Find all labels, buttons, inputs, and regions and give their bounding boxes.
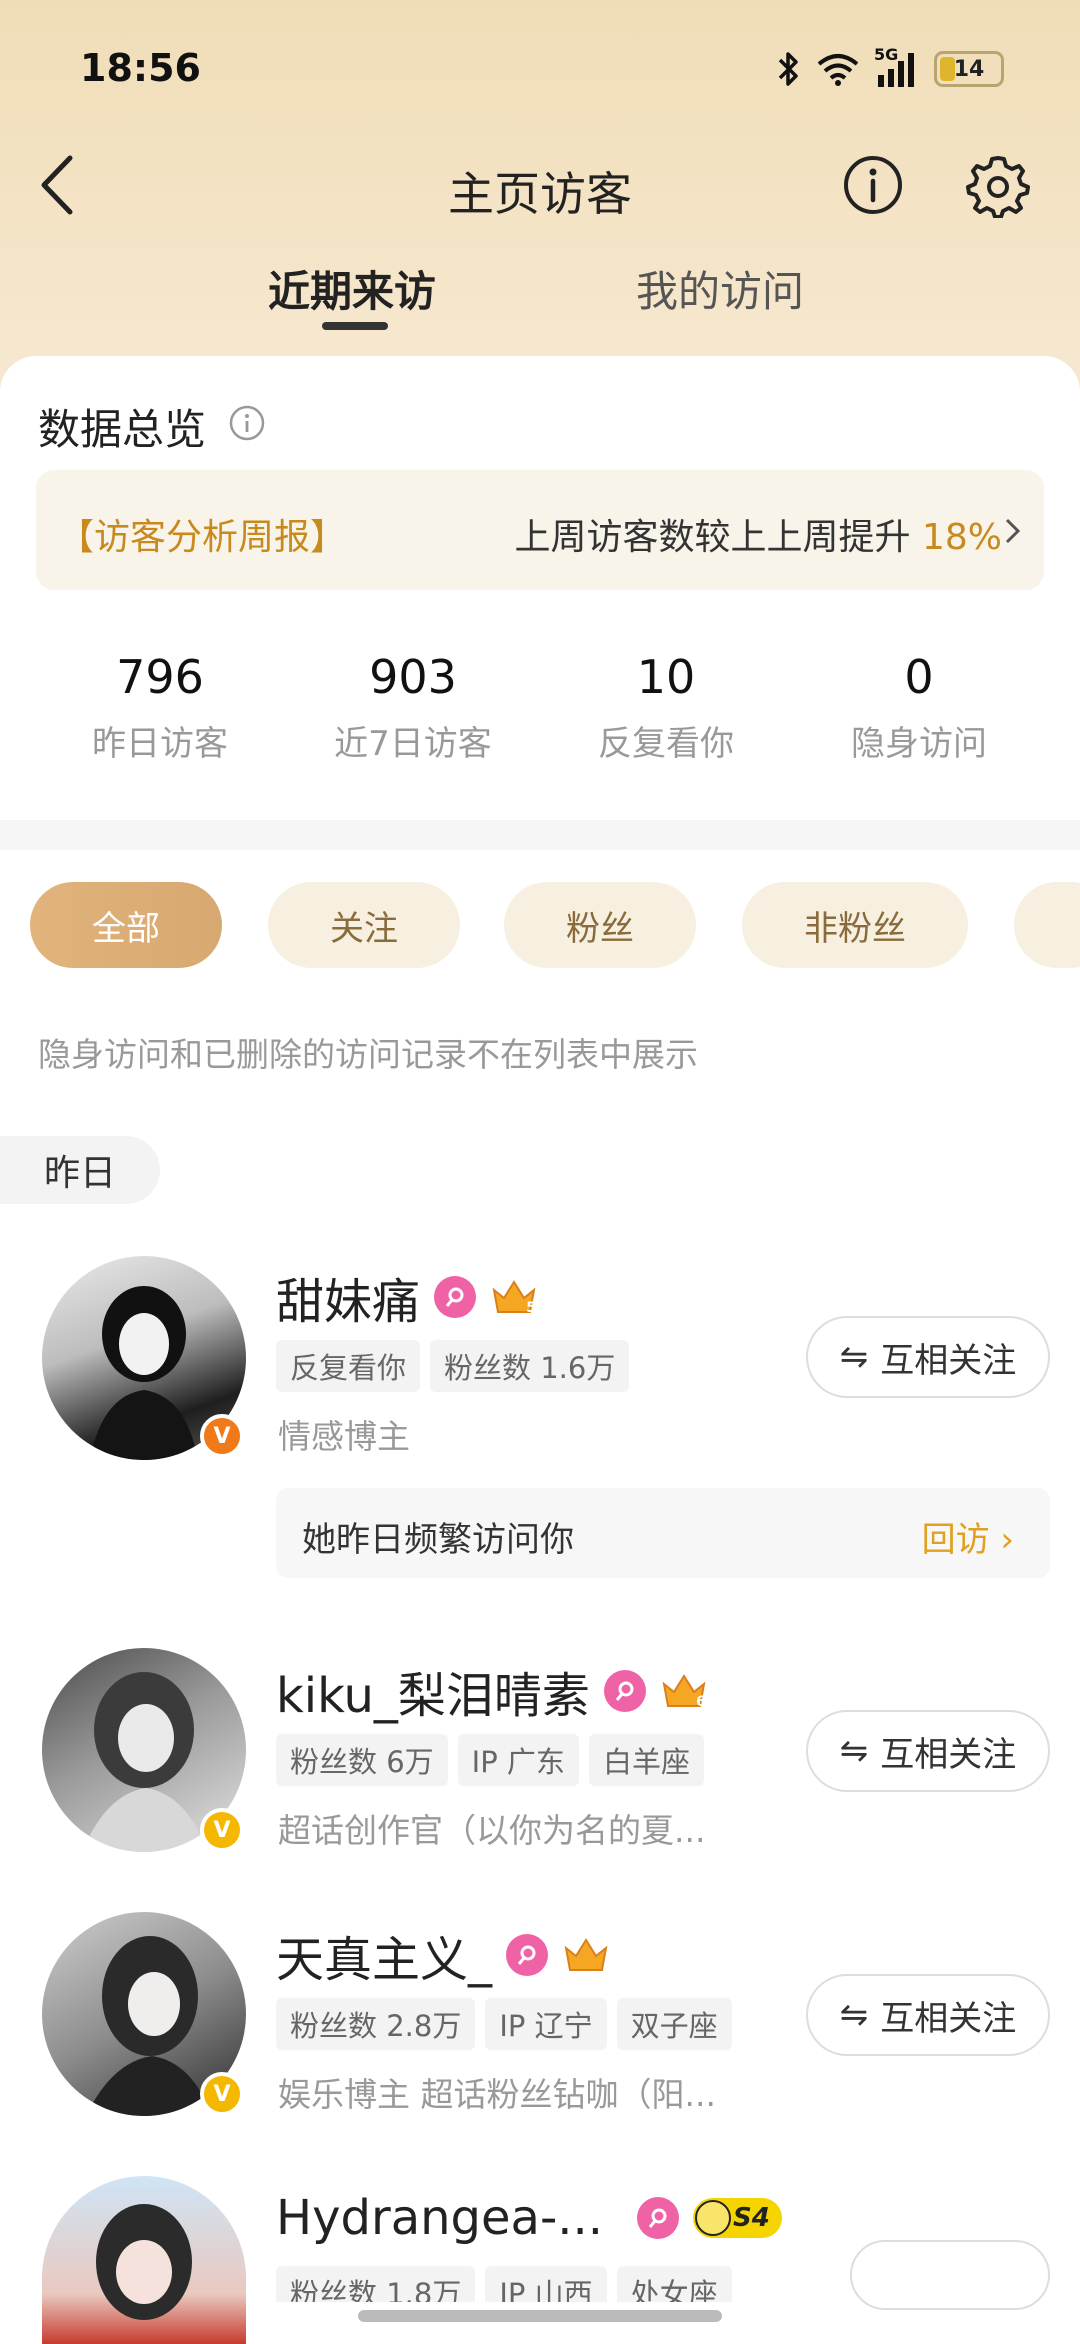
visitor-bio: 超话创作官（以你为名的夏...: [278, 1811, 706, 1850]
member-level-badge: S4: [693, 2198, 782, 2238]
stat-label: 隐身访问: [851, 724, 987, 764]
stat-label: 反复看你: [598, 724, 734, 764]
female-gender-icon: [603, 1670, 646, 1712]
mutual-follow-button[interactable]: ⇋ 互相关注: [806, 1316, 1050, 1398]
mutual-follow-arrows-icon: ⇋: [839, 1995, 869, 2035]
section-divider: [0, 820, 1080, 850]
stat-hidden-visits[interactable]: 0 隐身访问: [794, 650, 1044, 765]
bluetooth-icon: [778, 52, 798, 86]
visitor-name-row: Hydrangea-... S4: [276, 2190, 782, 2246]
stat-7day-visitors[interactable]: 903 近7日访客: [288, 650, 538, 765]
stat-value: 0: [904, 650, 934, 704]
visitor-tag: 粉丝数 2.8万: [276, 1998, 476, 2050]
visitor-bio: 情感博主: [278, 1417, 410, 1456]
visitor-name[interactable]: 甜妹痛: [276, 1262, 420, 1332]
verified-badge-icon: V: [200, 2072, 244, 2116]
filter-chip-non-fans[interactable]: 非粉丝: [742, 882, 968, 968]
weekly-report-text: 上周访客数较上上周提升 18%: [514, 517, 1002, 558]
mutual-follow-arrows-icon: ⇋: [839, 1731, 869, 1771]
home-indicator[interactable]: [358, 2310, 722, 2322]
cellular-signal-icon: 5G: [874, 45, 920, 87]
revisit-link[interactable]: 回访 ›: [922, 1512, 1014, 1561]
visitor-tag: IP 广东: [457, 1734, 579, 1786]
visitor-tags: 粉丝数 1.8万 IP 山西 处女座: [276, 2266, 732, 2302]
visitor-tags: 粉丝数 6万 IP 广东 白羊座: [276, 1734, 704, 1786]
filter-chip-all[interactable]: 全部: [30, 882, 222, 968]
stat-label: 近7日访客: [334, 724, 492, 764]
hidden-records-hint: 隐身访问和已删除的访问记录不在列表中展示: [38, 1035, 698, 1074]
section-label-yesterday: 昨日: [0, 1136, 160, 1204]
stat-yesterday-visitors[interactable]: 796 昨日访客: [35, 650, 285, 765]
status-icons: 5G 14: [776, 45, 1004, 88]
page-title: 主页访客: [448, 167, 632, 221]
settings-gear-icon[interactable]: [966, 154, 1030, 218]
visitor-tag: IP 辽宁: [485, 1998, 607, 2050]
visitor-bio: 娱乐博主 超话粉丝钻咖（阳...: [278, 2075, 716, 2114]
mutual-follow-arrows-icon: ⇋: [839, 1337, 869, 1377]
filter-chip-fans[interactable]: 粉丝: [504, 882, 696, 968]
female-gender-icon: [637, 2197, 680, 2239]
filter-chip-following[interactable]: 关注: [268, 882, 460, 968]
mutual-follow-button[interactable]: ⇋ 互相关注: [806, 1710, 1050, 1792]
visitor-tag: 处女座: [616, 2266, 732, 2302]
visitor-name-row: 天真主义_: [276, 1920, 610, 1990]
female-gender-icon: [434, 1276, 477, 1318]
battery-level: 14: [953, 56, 985, 82]
chevron-right-icon: [1005, 518, 1021, 544]
visitor-tag: 双子座: [616, 1998, 732, 2050]
tab-my-visits[interactable]: 我的访问: [636, 258, 804, 319]
visitor-tag: IP 山西: [485, 2266, 607, 2302]
stat-repeat-viewers[interactable]: 10 反复看你: [541, 650, 791, 765]
verified-badge-icon: V: [200, 1414, 244, 1458]
overview-title: 数据总览: [38, 405, 207, 454]
visitor-tags: 反复看你 粉丝数 1.6万: [276, 1340, 630, 1392]
info-icon[interactable]: [842, 154, 904, 216]
status-time: 18:56: [80, 46, 201, 90]
visitor-name-row: kiku_梨泪晴素 6: [276, 1656, 708, 1726]
female-gender-icon: [506, 1934, 549, 1976]
visitor-tag: 反复看你: [276, 1340, 421, 1392]
weekly-report-percent: 18%: [921, 517, 1002, 558]
crown-level-icon: 5: [490, 1276, 538, 1318]
visitor-tag: 粉丝数 1.8万: [276, 2266, 476, 2302]
crown-level-icon: 6: [660, 1670, 708, 1712]
visitor-name[interactable]: 天真主义_: [276, 1920, 492, 1990]
verified-badge-icon: V: [200, 1808, 244, 1852]
visitor-name[interactable]: kiku_梨泪晴素: [276, 1656, 590, 1726]
overview-info-icon[interactable]: [228, 404, 266, 442]
battery-icon: 14: [934, 51, 1004, 87]
visitor-tag: 粉丝数 6万: [276, 1734, 448, 1786]
visitor-name-row: 甜妹痛 5: [276, 1262, 538, 1332]
frequent-visit-text: 她昨日频繁访问你: [302, 1520, 574, 1560]
stat-label: 昨日访客: [92, 724, 228, 764]
stat-value: 796: [116, 650, 204, 704]
mutual-follow-button[interactable]: ⇋ 互相关注: [806, 1974, 1050, 2056]
visitor-tags: 粉丝数 2.8万 IP 辽宁 双子座: [276, 1998, 732, 2050]
tab-recent-visits[interactable]: 近期来访: [268, 258, 436, 319]
stat-value: 903: [369, 650, 457, 704]
weekly-report-tag: 【访客分析周报】: [58, 517, 347, 558]
visitor-tag: 白羊座: [588, 1734, 704, 1786]
wifi-icon: [817, 54, 859, 86]
tab-active-indicator: [322, 322, 388, 330]
visitor-tag: 粉丝数 1.6万: [430, 1340, 630, 1392]
visitor-name[interactable]: Hydrangea-...: [276, 2190, 603, 2246]
stat-value: 10: [636, 650, 696, 704]
mutual-follow-button[interactable]: [850, 2240, 1050, 2310]
crown-level-icon: [562, 1934, 610, 1976]
